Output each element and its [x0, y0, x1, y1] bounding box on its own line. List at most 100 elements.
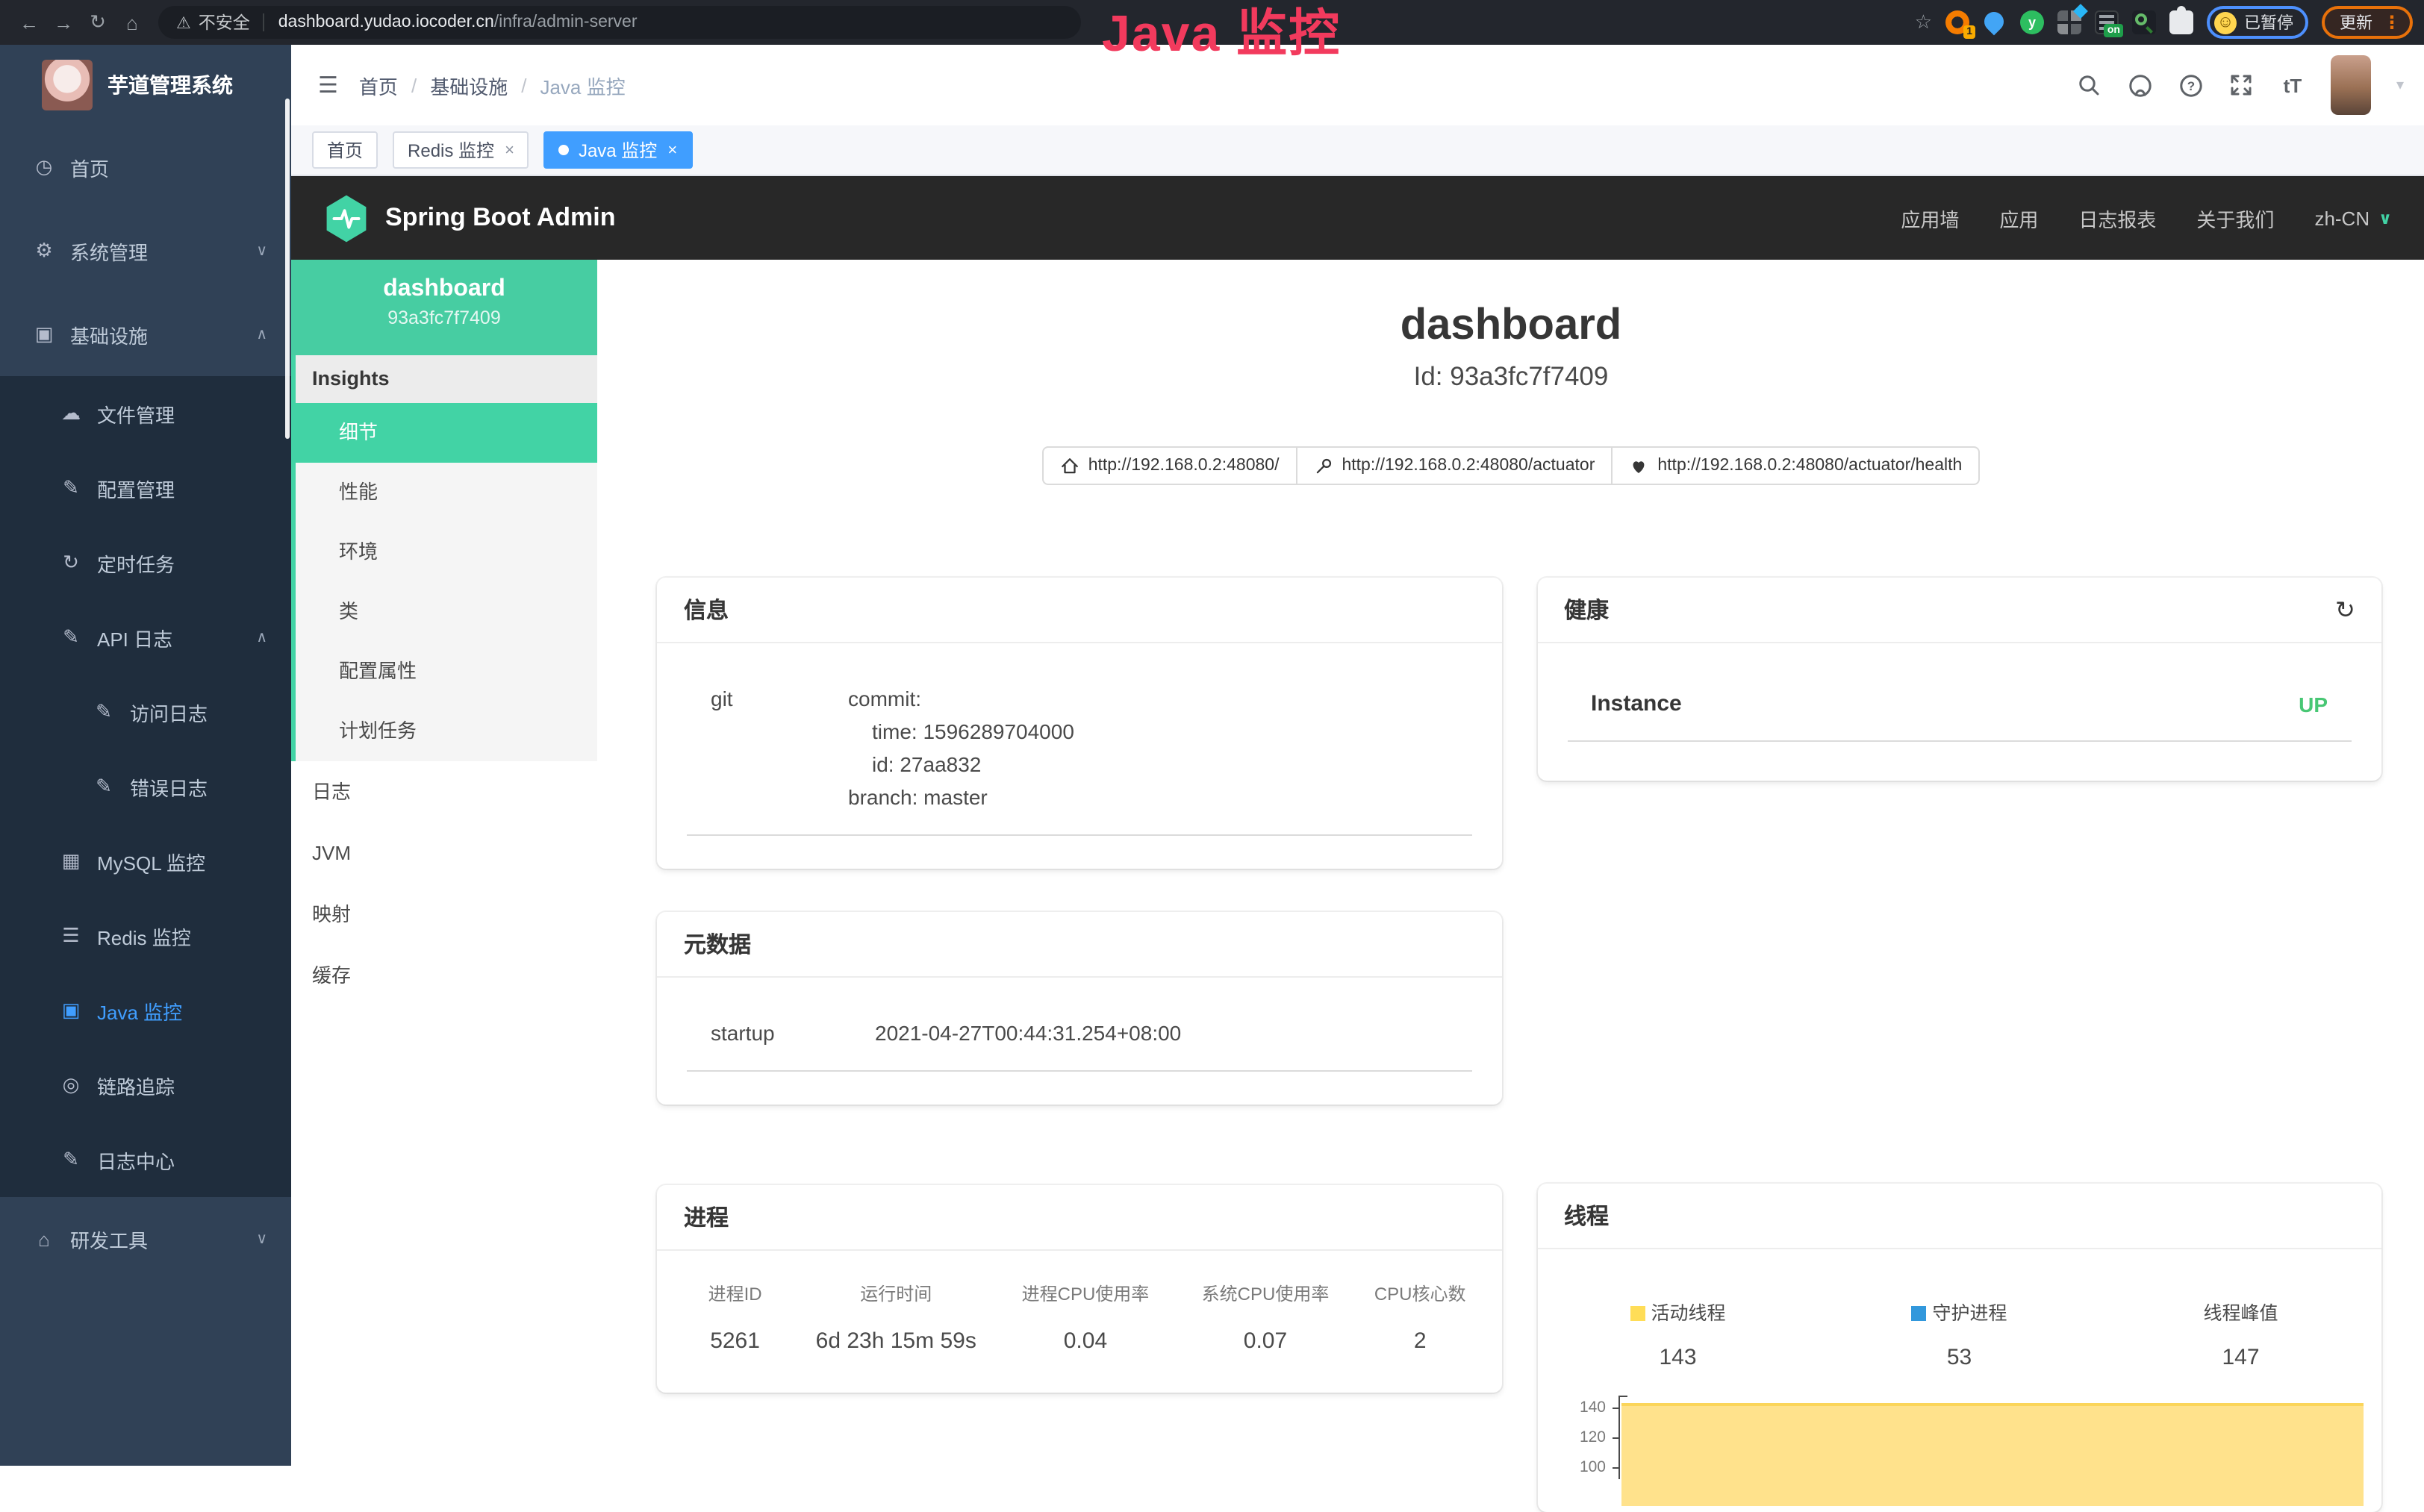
- sba-menu-mappings[interactable]: 映射: [291, 884, 597, 945]
- stat-daemon-threads: 守护进程: [1819, 1297, 2100, 1325]
- user-menu-caret-icon[interactable]: ▾: [2396, 77, 2404, 93]
- tab-home[interactable]: 首页: [312, 131, 378, 169]
- breadcrumb-home[interactable]: 首页: [359, 71, 398, 99]
- text-size-icon[interactable]: tT: [2280, 72, 2305, 98]
- sidebar-item-error-logs[interactable]: ✎ 错误日志: [0, 749, 291, 824]
- extension-pin-icon[interactable]: [1983, 10, 2007, 34]
- sidebar-item-log-center[interactable]: ✎ 日志中心: [0, 1122, 291, 1197]
- sba-menu-caches[interactable]: 缓存: [291, 945, 597, 1006]
- history-icon[interactable]: ↺: [2334, 595, 2355, 625]
- service-url-button[interactable]: http://192.168.0.2:48080/: [1042, 446, 1297, 485]
- browser-reload-icon[interactable]: ↻: [81, 10, 115, 34]
- sidebar-item-label: 首页: [70, 153, 109, 181]
- chevron-up-icon: ∧: [256, 326, 267, 343]
- locale-value: zh-CN: [2314, 207, 2370, 229]
- page-url[interactable]: dashboard.yudao.iocoder.cn/infra/admin-s…: [278, 13, 638, 31]
- sba-menu-details[interactable]: 细节: [296, 403, 597, 463]
- extension-y-icon[interactable]: y: [2020, 10, 2044, 34]
- sba-menu-classes[interactable]: 类: [296, 582, 597, 642]
- browser-forward-icon[interactable]: →: [46, 11, 81, 34]
- sba-menu-environment[interactable]: 环境: [296, 522, 597, 582]
- sba-content: dashboard Id: 93a3fc7f7409 http://192.16…: [597, 260, 2424, 1466]
- sidebar-item-label: 链路追踪: [97, 1071, 175, 1099]
- cloud-icon: ☁: [60, 402, 82, 425]
- info-card-title: 信息: [657, 578, 1501, 643]
- sidebar-item-file-management[interactable]: ☁ 文件管理: [0, 376, 291, 451]
- value-uptime: 6d 23h 15m 59s: [798, 1328, 994, 1354]
- sba-nav-about[interactable]: 关于我们: [2196, 204, 2274, 232]
- browser-update-button[interactable]: 更新 ⋮: [2322, 6, 2413, 39]
- cards-left-column: 信息 git commit: time: 1596289704000 id: 2…: [657, 578, 1501, 1393]
- col-header-uptime: 运行时间: [798, 1281, 994, 1306]
- health-url-button[interactable]: http://192.168.0.2:48080/actuator/health: [1611, 446, 1980, 485]
- sidebar-item-tracing[interactable]: ◎ 链路追踪: [0, 1048, 291, 1122]
- browser-menu-kebab-icon[interactable]: ⋮: [2383, 12, 2401, 33]
- sidebar-item-mysql-monitor[interactable]: ▦ MySQL 监控: [0, 824, 291, 899]
- extension-grid-icon[interactable]: [2057, 10, 2081, 34]
- sba-locale-select[interactable]: zh-CN ∨: [2314, 207, 2392, 229]
- instance-id: 93a3fc7f7409: [291, 307, 597, 328]
- sba-nav-wallboard[interactable]: 应用墙: [1901, 204, 1959, 232]
- sidebar-item-java-monitor[interactable]: ▣ Java 监控: [0, 973, 291, 1048]
- spring-boot-admin-logo-icon[interactable]: [324, 193, 369, 243]
- value-cpus: 2: [1353, 1328, 1486, 1354]
- extension-colorzilla-icon[interactable]: 1: [1945, 10, 1969, 34]
- browser-home-icon[interactable]: ⌂: [115, 11, 149, 34]
- process-table: 进程ID 运行时间 进程CPU使用率 系统CPU使用率 CPU核心数 5261 …: [657, 1251, 1501, 1393]
- address-bar[interactable]: ⚠ 不安全 dashboard.yudao.iocoder.cn/infra/a…: [158, 6, 1081, 39]
- sba-menu-config-props[interactable]: 配置属性: [296, 642, 597, 702]
- breadcrumb-infrastructure[interactable]: 基础设施: [430, 71, 508, 99]
- browser-profile-chip[interactable]: ☺ 已暂停: [2207, 6, 2308, 39]
- sba-nav-journal[interactable]: 日志报表: [2078, 204, 2156, 232]
- admin-header: ☰ 首页 / 基础设施 / Java 监控 ?: [291, 45, 2424, 125]
- sba-menu-logs[interactable]: 日志: [291, 761, 597, 822]
- sidebar-item-access-logs[interactable]: ✎ 访问日志: [0, 675, 291, 749]
- fullscreen-icon[interactable]: [2229, 72, 2255, 98]
- tab-java-monitor[interactable]: Java 监控×: [544, 131, 692, 169]
- close-icon[interactable]: ×: [667, 141, 677, 159]
- bookmark-star-icon[interactable]: ☆: [1915, 10, 1932, 34]
- git-branch: branch: master: [848, 781, 1471, 813]
- extensions-puzzle-icon[interactable]: [2169, 10, 2193, 34]
- sba-nav-applications[interactable]: 应用: [1999, 204, 2038, 232]
- close-icon[interactable]: ×: [505, 141, 514, 159]
- app-logo-row[interactable]: 芋道管理系统: [0, 45, 291, 125]
- sba-menu-metrics[interactable]: 性能: [296, 463, 597, 522]
- database-grid-icon: ▦: [60, 849, 82, 873]
- sidebar-scrollbar-thumb[interactable]: [285, 99, 290, 439]
- sidebar-item-redis-monitor[interactable]: ☰ Redis 监控: [0, 899, 291, 973]
- sidebar-item-label: 访问日志: [130, 698, 208, 726]
- search-icon[interactable]: [2077, 72, 2102, 98]
- sidebar-item-infrastructure[interactable]: ▣ 基础设施 ∧: [0, 293, 291, 376]
- update-label: 更新: [2340, 10, 2372, 34]
- process-table-values: 5261 6d 23h 15m 59s 0.04 0.07 2: [672, 1328, 1486, 1354]
- sba-instance-header[interactable]: dashboard 93a3fc7f7409: [291, 260, 597, 355]
- help-icon[interactable]: ?: [2178, 72, 2204, 98]
- sidebar-item-home[interactable]: ◷ 首页: [0, 125, 291, 209]
- sba-brand-title[interactable]: Spring Boot Admin: [385, 203, 616, 233]
- extension-switch-icon[interactable]: on: [2095, 10, 2119, 34]
- browser-back-icon[interactable]: ←: [12, 11, 46, 34]
- status-badge: UP: [2299, 692, 2328, 716]
- not-secure-label[interactable]: 不安全: [199, 10, 250, 34]
- sba-menu-jvm[interactable]: JVM: [291, 822, 597, 884]
- sidebar-item-config-management[interactable]: ✎ 配置管理: [0, 451, 291, 525]
- hamburger-icon[interactable]: ☰: [303, 72, 353, 99]
- actuator-url-button[interactable]: http://192.168.0.2:48080/actuator: [1295, 446, 1613, 485]
- value-peak-threads: 147: [2100, 1345, 2381, 1370]
- toolbox-icon: ⌂: [33, 1228, 55, 1250]
- sidebar-item-scheduled-tasks[interactable]: ↻ 定时任务: [0, 525, 291, 600]
- github-icon[interactable]: [2128, 72, 2153, 98]
- sidebar-item-system-management[interactable]: ⚙ 系统管理 ∨: [0, 209, 291, 293]
- process-table-headers: 进程ID 运行时间 进程CPU使用率 系统CPU使用率 CPU核心数: [672, 1281, 1486, 1306]
- tab-redis-monitor[interactable]: Redis 监控×: [393, 131, 529, 169]
- extension-lens-icon[interactable]: [2132, 10, 2156, 34]
- sidebar-item-api-logs[interactable]: ✎ API 日志 ∧: [0, 600, 291, 675]
- sidebar-item-dev-tools[interactable]: ⌂ 研发工具 ∨: [0, 1197, 291, 1281]
- user-avatar[interactable]: [2331, 55, 2371, 115]
- sba-menu-scheduled-tasks[interactable]: 计划任务: [296, 702, 597, 761]
- chart-y-axis-labels: 140 120 100: [1540, 1396, 1618, 1479]
- info-value: commit: time: 1596289704000 id: 27aa832 …: [848, 682, 1471, 813]
- profile-paused-label: 已暂停: [2244, 10, 2293, 34]
- breadcrumb-separator: /: [411, 74, 417, 96]
